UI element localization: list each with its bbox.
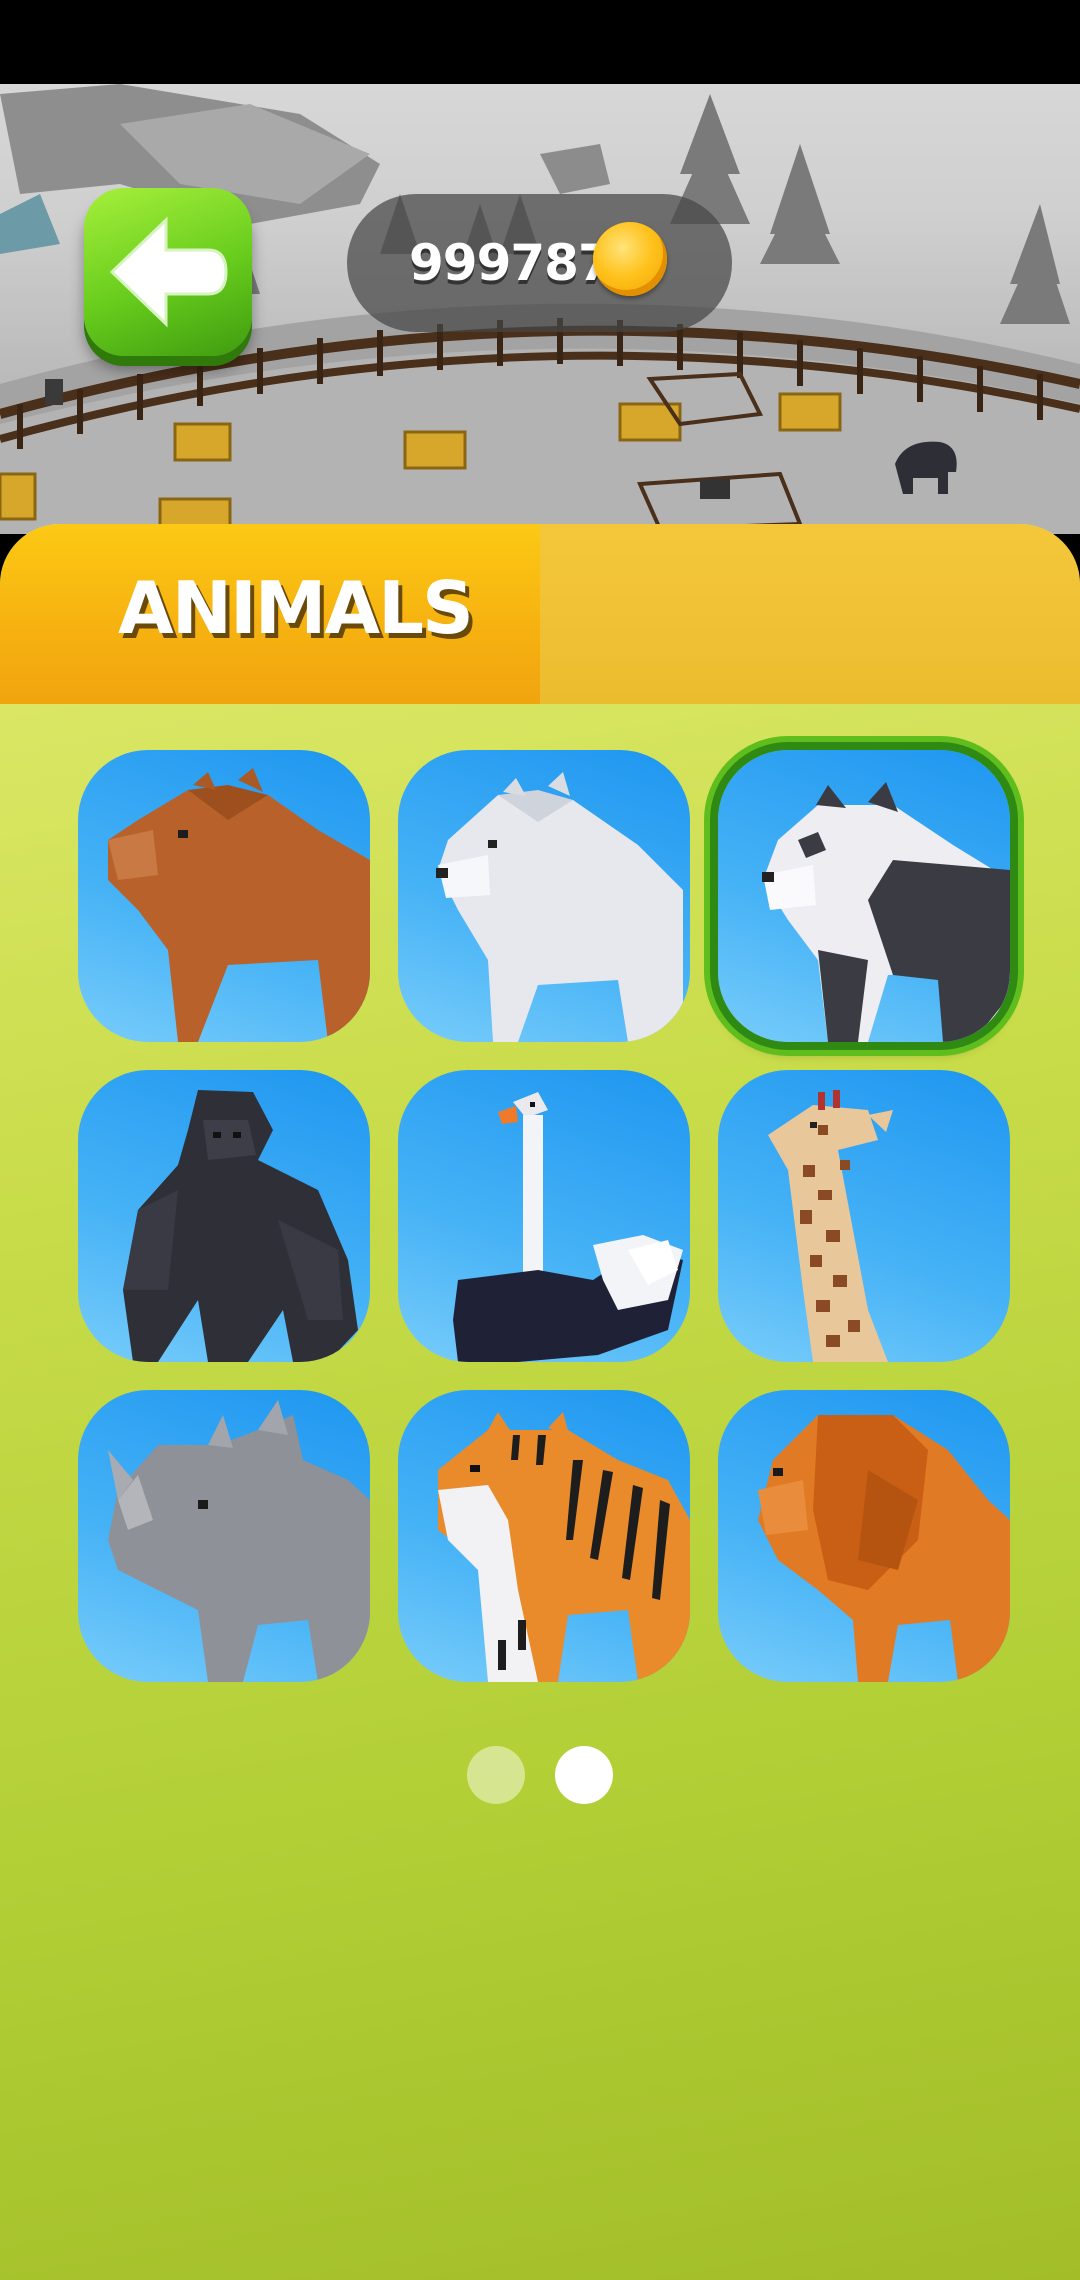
- animal-tile-giraffe[interactable]: [718, 1070, 1010, 1362]
- back-button[interactable]: [84, 188, 252, 356]
- rhino-icon: [108, 1400, 370, 1682]
- animal-tile-panda[interactable]: [718, 750, 1010, 1042]
- panda-icon: [762, 782, 1010, 1042]
- gorilla-icon: [123, 1090, 358, 1362]
- lion-icon: [758, 1415, 1010, 1682]
- giraffe-icon: [768, 1090, 893, 1362]
- arrow-left-icon: [109, 216, 228, 328]
- tab-bar: ANIMALS: [0, 524, 1080, 704]
- tiger-icon: [438, 1412, 690, 1682]
- bear-icon: [108, 768, 370, 1042]
- animal-tile-lion[interactable]: [718, 1390, 1010, 1682]
- tab-animals-label: ANIMALS: [118, 566, 474, 650]
- animal-tile-bear[interactable]: [78, 750, 370, 1042]
- tab-animals[interactable]: ANIMALS: [0, 524, 540, 704]
- animal-tile-rhino[interactable]: [78, 1390, 370, 1682]
- polar-bear-icon: [436, 772, 683, 1042]
- shop-panel: ANIMALS: [0, 524, 1080, 2280]
- animal-tile-ostrich[interactable]: [398, 1070, 690, 1362]
- page-dot-2[interactable]: [555, 1746, 613, 1804]
- page-dot-1[interactable]: [467, 1746, 525, 1804]
- tab-secondary[interactable]: [540, 524, 1080, 704]
- status-bar: [0, 0, 1080, 84]
- coin-balance: 9997879: [347, 194, 732, 332]
- animal-tile-gorilla[interactable]: [78, 1070, 370, 1362]
- page-indicator: [467, 1746, 613, 1804]
- ostrich-icon: [453, 1092, 683, 1362]
- animal-tile-tiger[interactable]: [398, 1390, 690, 1682]
- coin-icon: [593, 222, 667, 296]
- animal-tile-polar-bear[interactable]: [398, 750, 690, 1042]
